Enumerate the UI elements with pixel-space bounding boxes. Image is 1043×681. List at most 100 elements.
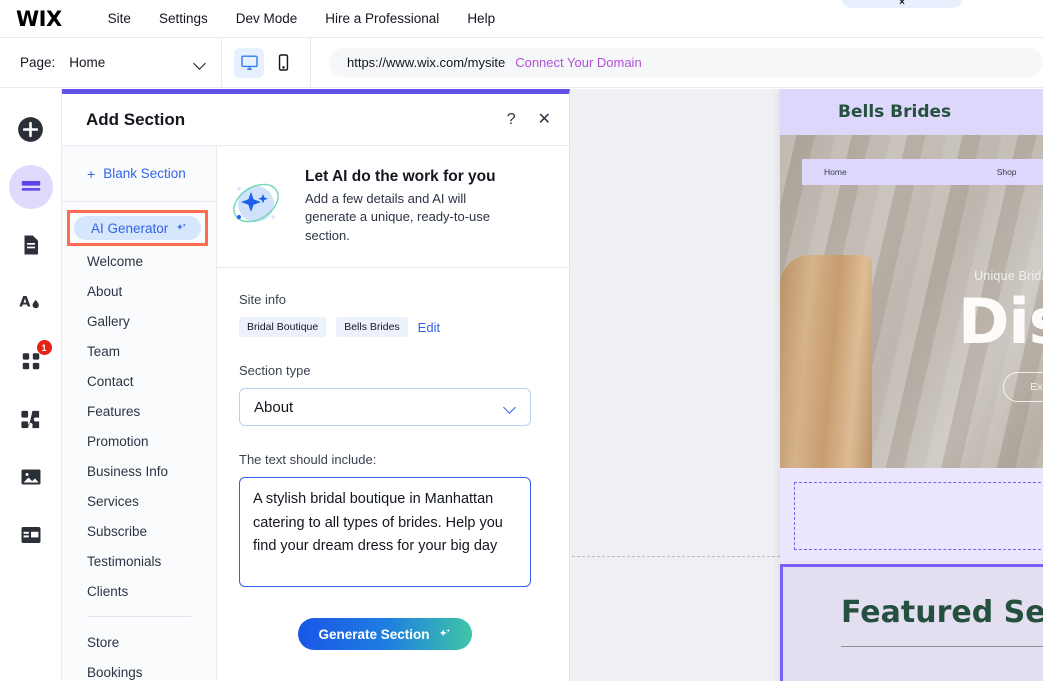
nav-divider: [87, 616, 191, 617]
rail-item-integrations[interactable]: [9, 397, 53, 441]
plus-icon: +: [87, 165, 96, 182]
rail-item-add[interactable]: [9, 107, 53, 151]
site-info-tags: Bridal Boutique Bells Brides Edit: [239, 317, 547, 338]
text-should-include-label: The text should include:: [239, 452, 377, 468]
apps-badge: 1: [36, 340, 52, 355]
sidebar-item-welcome[interactable]: Welcome: [62, 246, 216, 276]
left-icon-rail: A 1: [0, 89, 62, 681]
preview-hero-content: Unique Bridal Experience Discover Explor…: [780, 135, 1043, 468]
ai-promo-text: Let AI do the work for you Add a few det…: [305, 168, 517, 245]
page-label: Page:: [20, 55, 56, 70]
preview-hero-section[interactable]: Home Shop Unique Bridal Experience Disco…: [780, 135, 1043, 468]
sidebar-item-store[interactable]: Store: [62, 627, 216, 657]
sidebar-item-team[interactable]: Team: [62, 336, 216, 366]
sidebar-item-promotion[interactable]: Promotion: [62, 426, 216, 456]
preview-placeholder-section[interactable]: [780, 468, 1043, 564]
section-type-label: Section type: [239, 363, 311, 379]
sidebar-item-clients[interactable]: Clients: [62, 576, 216, 606]
rail-item-media[interactable]: [9, 455, 53, 499]
generate-section-label: Generate Section: [318, 626, 430, 642]
sidebar-item-about[interactable]: About: [62, 276, 216, 306]
theme-icon: A: [19, 293, 39, 310]
sections-icon: [21, 181, 40, 191]
section-category-list: AI Generator Welcome About Gallery Team …: [62, 202, 216, 681]
rail-item-add-section[interactable]: [8, 165, 53, 209]
site-tag-name: Bells Brides: [336, 317, 408, 338]
panel-section-nav: + Blank Section AI Generator Welcome Abo…: [62, 146, 217, 681]
ai-promo-title: Let AI do the work for you: [305, 168, 496, 185]
integrations-icon: [21, 410, 40, 428]
blank-section-button[interactable]: + Blank Section: [62, 146, 216, 202]
top-menu-bar: WIX Site Settings Dev Mode Hire a Profes…: [0, 0, 1043, 38]
menu-item-site[interactable]: Site: [94, 11, 145, 26]
panel-header: Add Section ? ✕: [62, 94, 569, 146]
site-url-text: https://www.wix.com/mysite: [347, 55, 506, 70]
site-url-bar[interactable]: https://www.wix.com/mysite Connect Your …: [329, 48, 1043, 77]
close-icon[interactable]: ✕: [538, 111, 551, 128]
preview-featured-title: Featured Sele: [841, 595, 1043, 630]
preview-brand: Bells Brides: [838, 102, 952, 122]
media-icon: [21, 469, 40, 485]
sidebar-item-business-info[interactable]: Business Info: [62, 456, 216, 486]
sidebar-item-services[interactable]: Services: [62, 486, 216, 516]
apps-icon: [22, 353, 39, 370]
top-right-button-label: ×: [899, 0, 905, 8]
panel-title: Add Section: [86, 109, 186, 129]
monitor-icon: [240, 55, 258, 70]
preview-hero-kicker: Unique Bridal Experience: [974, 269, 1043, 283]
preview-featured-divider: [841, 646, 1043, 647]
ai-sparkle-icon: [225, 172, 287, 234]
add-icon: [18, 116, 43, 142]
sidebar-item-subscribe[interactable]: Subscribe: [62, 516, 216, 546]
rail-item-site-design[interactable]: A: [9, 281, 53, 325]
cms-icon: [21, 527, 40, 543]
sparkle-icon: [177, 222, 187, 230]
sidebar-item-contact[interactable]: Contact: [62, 366, 216, 396]
sidebar-item-ai-generator[interactable]: AI Generator: [67, 210, 208, 246]
site-tag-category: Bridal Boutique: [239, 317, 327, 338]
sidebar-item-label: AI Generator: [91, 220, 169, 236]
add-section-panel: Add Section ? ✕ + Blank Section AI Gener…: [62, 89, 570, 681]
section-description-input[interactable]: [239, 477, 531, 588]
panel-main-content: Let AI do the work for you Add a few det…: [217, 146, 569, 681]
desktop-view-button[interactable]: [234, 47, 264, 78]
help-icon[interactable]: ?: [507, 111, 516, 128]
preview-featured-section[interactable]: Featured Sele: [780, 564, 1043, 681]
section-type-select[interactable]: About: [239, 388, 531, 427]
site-preview: Bells Brides Home Shop Unique Bridal Exp…: [780, 89, 1043, 681]
rail-item-pages[interactable]: [9, 223, 53, 267]
rail-item-cms[interactable]: [9, 513, 53, 557]
generate-section-button[interactable]: Generate Section: [298, 618, 472, 651]
menu-item-hire-a-professional[interactable]: Hire a Professional: [311, 11, 453, 26]
panel-header-actions: ? ✕: [507, 111, 551, 128]
svg-text:A: A: [19, 293, 31, 310]
sidebar-item-testimonials[interactable]: Testimonials: [62, 546, 216, 576]
sidebar-item-features[interactable]: Features: [62, 396, 216, 426]
generate-button-wrapper: Generate Section: [239, 618, 531, 651]
section-type-value: About: [254, 398, 294, 416]
device-switcher: [222, 37, 311, 88]
sparkle-icon: [439, 629, 450, 637]
menu-item-dev-mode[interactable]: Dev Mode: [222, 11, 312, 26]
menu-item-settings[interactable]: Settings: [145, 11, 222, 26]
edit-site-info-link[interactable]: Edit: [418, 320, 440, 335]
wix-logo[interactable]: WIX: [16, 7, 62, 31]
top-right-partial-button[interactable]: ×: [841, 0, 963, 8]
sidebar-item-bookings[interactable]: Bookings: [62, 657, 216, 681]
editor-toolbar: Page: Home https://www.wix.com/mysite Co…: [0, 37, 1043, 88]
preview-hero-title: Discover: [958, 285, 1043, 358]
page-selector[interactable]: Page: Home: [0, 37, 222, 88]
connect-domain-link[interactable]: Connect Your Domain: [515, 55, 641, 70]
site-info-label: Site info: [239, 292, 286, 308]
mobile-view-button[interactable]: [268, 48, 298, 78]
preview-explore-button[interactable]: Explore: [1003, 372, 1043, 403]
ai-generator-pill[interactable]: AI Generator: [74, 216, 201, 240]
pages-icon: [24, 235, 38, 255]
chevron-down-icon: [504, 401, 516, 413]
menu-item-help[interactable]: Help: [453, 11, 509, 26]
preview-header: Bells Brides: [780, 89, 1043, 135]
sidebar-item-gallery[interactable]: Gallery: [62, 306, 216, 336]
placeholder-dashed-outline: [794, 482, 1043, 550]
panel-body: + Blank Section AI Generator Welcome Abo…: [62, 146, 569, 681]
rail-item-apps[interactable]: 1: [9, 339, 53, 383]
